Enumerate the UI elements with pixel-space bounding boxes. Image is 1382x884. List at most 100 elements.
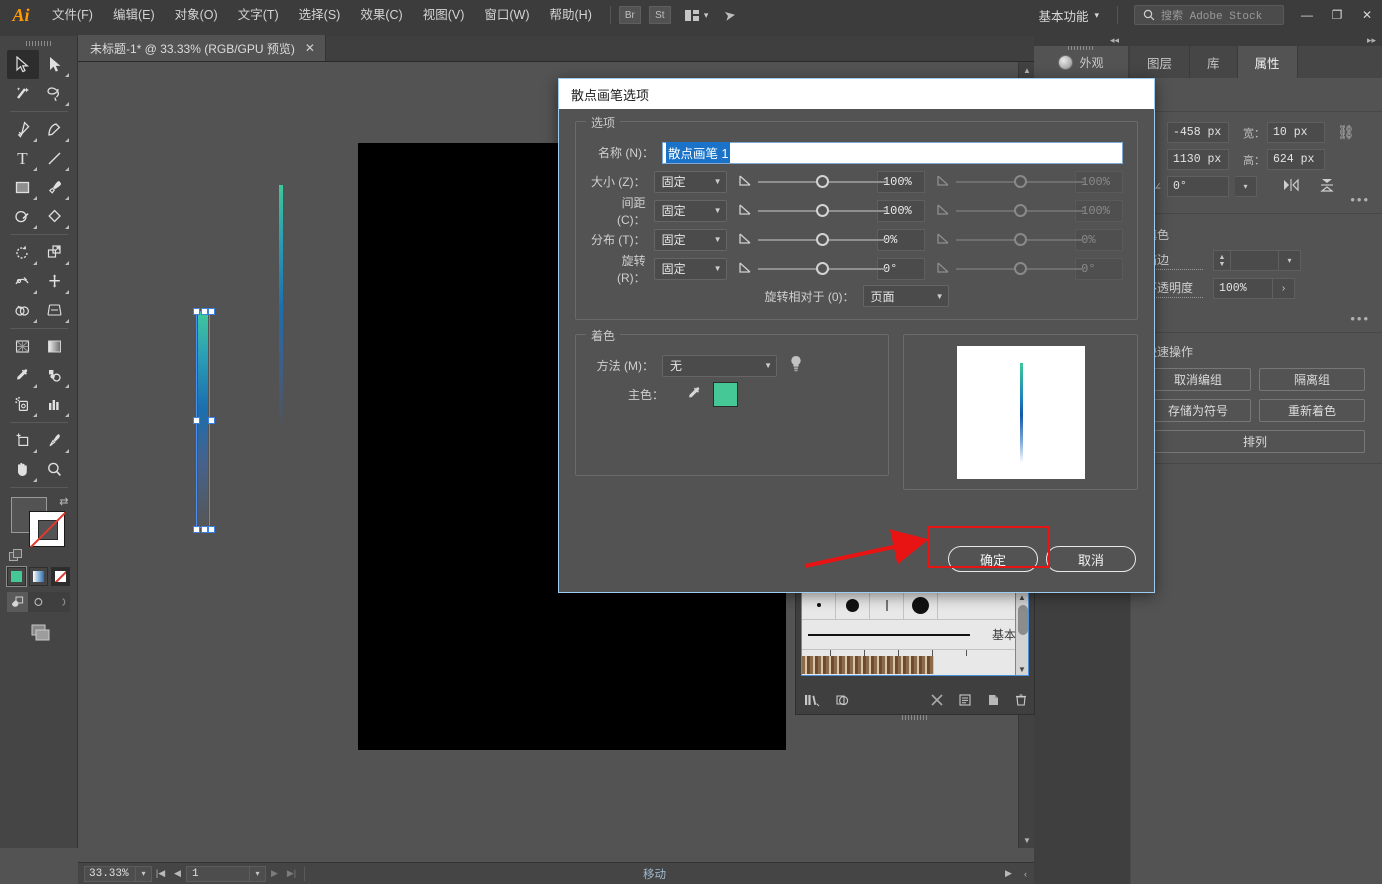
ungroup-button[interactable]: 取消编组	[1145, 368, 1251, 391]
rotation-relative-select[interactable]: 页面 ▼	[862, 285, 949, 307]
default-fill-stroke-icon[interactable]	[8, 549, 23, 561]
none-button[interactable]	[51, 567, 70, 586]
arrange-button[interactable]: 排列	[1145, 430, 1365, 453]
scrollbar-thumb[interactable]	[1018, 605, 1028, 635]
bridge-button[interactable]: Br	[618, 6, 641, 24]
width-tool[interactable]	[7, 267, 39, 296]
selection-handle[interactable]	[193, 417, 200, 424]
brush-item-dot-tiny[interactable]	[802, 591, 836, 619]
brush-libraries-icon[interactable]	[804, 693, 820, 710]
cancel-button[interactable]: 取消	[1046, 546, 1136, 572]
remove-brush-stroke-icon[interactable]	[930, 693, 944, 710]
direct-selection-tool[interactable]	[39, 50, 71, 79]
minimize-button[interactable]: —	[1292, 0, 1322, 30]
menu-edit[interactable]: 编辑(E)	[103, 0, 165, 30]
rotate-tool[interactable]	[7, 238, 39, 267]
opacity-input[interactable]: 100%	[1213, 278, 1273, 299]
x-input[interactable]: -458 px	[1167, 122, 1229, 143]
size-mode-select[interactable]: 固定 ▼	[653, 170, 727, 193]
color-button[interactable]	[6, 566, 27, 587]
scatter-slider[interactable]	[757, 230, 886, 250]
brushes-scrollbar[interactable]: ▲ ▼	[1015, 590, 1029, 676]
brush-item-basic[interactable]: 基本	[802, 619, 1022, 649]
line-segment-tool[interactable]	[39, 144, 71, 173]
shape-builder-tool[interactable]	[7, 296, 39, 325]
previous-artboard-button[interactable]: ◀	[169, 865, 186, 883]
rotation-slider[interactable]	[757, 259, 886, 279]
scatter-mode-select[interactable]: 固定 ▼	[653, 228, 727, 251]
status-collapse-icon[interactable]: ‹	[1017, 865, 1034, 883]
swap-fill-stroke-icon[interactable]: ⇄	[59, 495, 68, 508]
eraser-tool[interactable]	[39, 202, 71, 231]
brushes-list[interactable]: 基本	[801, 590, 1023, 676]
transform-more-options-icon[interactable]: •••	[1350, 192, 1370, 207]
artwork-stroke-unselected[interactable]	[279, 185, 283, 430]
draw-inside-button[interactable]	[49, 592, 70, 612]
arrange-documents-button[interactable]: ▾	[679, 4, 715, 26]
spacing-slider-2[interactable]	[955, 201, 1084, 221]
perspective-grid-tool[interactable]	[39, 296, 71, 325]
selection-tool[interactable]	[6, 50, 39, 79]
angle-input[interactable]: 0°	[1167, 176, 1229, 197]
menu-object[interactable]: 对象(O)	[165, 0, 228, 30]
spacing-slider[interactable]	[757, 201, 886, 221]
eyedropper-tool[interactable]	[7, 361, 39, 390]
y-input[interactable]: 1130 px	[1167, 149, 1229, 170]
brush-options-icon[interactable]	[958, 693, 972, 710]
artboard-tool[interactable]	[7, 426, 39, 455]
slider-knob[interactable]	[815, 232, 829, 246]
spacing-mode-select[interactable]: 固定 ▼	[653, 199, 727, 222]
slider-knob[interactable]	[815, 261, 829, 275]
slider-knob[interactable]	[815, 203, 829, 217]
menu-effect[interactable]: 效果(C)	[350, 0, 412, 30]
selection-handle[interactable]	[193, 526, 200, 533]
menu-window[interactable]: 窗口(W)	[474, 0, 539, 30]
panel-grip[interactable]	[1068, 46, 1094, 50]
eyedropper-icon[interactable]	[686, 385, 703, 405]
zoom-level-input[interactable]: 33.33%	[84, 865, 136, 882]
recolor-button[interactable]: 重新着色	[1259, 399, 1365, 422]
next-artboard-button[interactable]: ▶	[266, 865, 283, 883]
blend-tool[interactable]	[39, 361, 71, 390]
maximize-button[interactable]: ❐	[1322, 0, 1352, 30]
zoom-dropdown-icon[interactable]: ▾	[136, 865, 152, 882]
brush-item-dot-large[interactable]	[904, 591, 938, 619]
size-slider-2[interactable]	[955, 172, 1084, 192]
selection-handle[interactable]	[208, 526, 215, 533]
method-select[interactable]: 无 ▼	[662, 354, 777, 377]
width-input[interactable]: 10 px	[1267, 122, 1325, 143]
shaper-tool[interactable]	[7, 202, 39, 231]
magic-wand-tool[interactable]	[7, 79, 39, 108]
rotation-mode-select[interactable]: 固定 ▼	[653, 257, 727, 280]
libraries-panel-icon[interactable]	[834, 693, 851, 710]
stock-button[interactable]: St	[648, 6, 671, 24]
new-brush-icon[interactable]	[986, 693, 1000, 710]
expand-panel-icon[interactable]: ▸▸	[1367, 35, 1376, 46]
rectangle-tool[interactable]	[7, 173, 39, 202]
link-broken-icon[interactable]: ⛓	[1337, 124, 1355, 141]
menu-view[interactable]: 视图(V)	[413, 0, 475, 30]
document-tab[interactable]: 未标题-1* @ 33.33% (RGB/GPU 预览) ✕	[78, 35, 326, 61]
toolbar-grip[interactable]	[0, 36, 77, 50]
curvature-tool[interactable]	[39, 115, 71, 144]
change-screen-mode-button[interactable]	[0, 622, 77, 644]
gradient-button[interactable]	[29, 567, 48, 586]
brush-name-input[interactable]: 散点画笔 1	[662, 141, 1123, 164]
isolate-group-button[interactable]: 隔离组	[1259, 368, 1365, 391]
lasso-tool[interactable]	[39, 79, 71, 108]
workspace-switcher[interactable]: 基本功能 ▾	[1028, 6, 1109, 25]
slider-knob[interactable]	[1013, 261, 1027, 275]
close-button[interactable]: ✕	[1352, 0, 1382, 30]
key-color-swatch[interactable]	[713, 382, 738, 407]
artboard-number-input[interactable]: 1	[186, 865, 250, 882]
draw-behind-button[interactable]	[28, 592, 49, 612]
appearance-panel-tab[interactable]: 外观	[1034, 46, 1128, 78]
collapse-panel-icon[interactable]: ◂◂	[1110, 35, 1119, 46]
selection-bounding-box[interactable]	[193, 308, 215, 533]
scroll-up-icon[interactable]: ▲	[1019, 62, 1035, 78]
menu-file[interactable]: 文件(F)	[42, 0, 103, 30]
selection-handle[interactable]	[201, 526, 208, 533]
hand-tool[interactable]	[7, 455, 39, 484]
ok-button[interactable]: 确定	[948, 546, 1038, 572]
draw-normal-button[interactable]	[7, 592, 28, 612]
